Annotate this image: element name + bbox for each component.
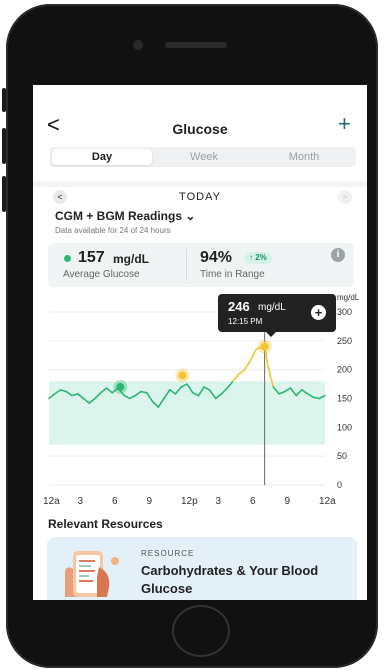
time-in-range-change-badge: ↑ 2%: [244, 252, 272, 264]
y-tick-label: 100: [337, 422, 352, 432]
phone-frame: < Glucose + Day Week Month < TODAY > CGM…: [0, 0, 385, 670]
y-tick-label: 50: [337, 451, 347, 461]
tab-day[interactable]: Day: [52, 149, 152, 165]
x-tick-label: 12a: [43, 496, 60, 507]
in-range-dot-icon: [64, 255, 71, 262]
tab-week[interactable]: Week: [154, 149, 254, 165]
average-glucose-label: Average Glucose: [63, 269, 140, 280]
resource-title: Carbohydrates & Your Blood Glucose: [141, 563, 319, 596]
tab-month[interactable]: Month: [254, 149, 354, 165]
average-glucose-unit: mg/dL: [113, 252, 149, 266]
average-glucose-value: 157: [78, 249, 105, 266]
time-in-range-label: Time in Range: [200, 269, 265, 280]
section-divider: [33, 181, 367, 187]
earpiece-speaker: [165, 42, 227, 48]
front-camera: [133, 40, 143, 50]
glucose-line-segment: [312, 396, 321, 400]
reading-marker: [178, 371, 187, 380]
time-in-range-value: 94%: [200, 249, 233, 266]
glucose-line-segment: [243, 360, 252, 371]
info-icon[interactable]: i: [331, 248, 345, 262]
reading-tooltip: 246 mg/dL 12:15 PM +: [218, 294, 336, 332]
resource-card[interactable]: RESOURCE Carbohydrates & Your Blood Gluc…: [47, 537, 357, 600]
glucose-line-segment: [140, 390, 148, 394]
tooltip-value: 246: [228, 299, 250, 314]
y-axis-unit-label: mg/dL: [337, 293, 360, 302]
x-tick-label: 3: [77, 496, 84, 507]
y-tick-label: 200: [337, 365, 352, 375]
glucose-line-segment: [232, 373, 240, 382]
app-screen: < Glucose + Day Week Month < TODAY > CGM…: [33, 85, 367, 600]
glucose-line-segment: [237, 368, 246, 376]
chart-x-axis: 12a 3 6 9 12p 3 6 9 12a: [33, 496, 367, 508]
page-title: Glucose: [172, 121, 228, 137]
tooltip-pointer: [266, 332, 276, 337]
glucose-stats-card: 157 mg/dL Average Glucose 94% ↑ 2% Time …: [48, 243, 354, 287]
plus-icon[interactable]: +: [338, 113, 351, 135]
nav-header: < Glucose +: [33, 85, 367, 145]
target-range-band: [49, 381, 325, 445]
stats-divider: [186, 249, 187, 281]
add-note-icon[interactable]: +: [311, 305, 326, 320]
relevant-resources-heading: Relevant Resources: [48, 517, 163, 531]
data-availability-text: Data available for 24 of 24 hours: [55, 226, 171, 235]
period-segmented-control: Day Week Month: [50, 147, 356, 167]
phone-in-hand-illustration: [59, 547, 125, 599]
x-tick-label: 9: [146, 496, 153, 507]
readings-dropdown[interactable]: CGM + BGM Readings ⌄: [55, 209, 195, 223]
reading-marker: [116, 382, 125, 391]
tooltip-time: 12:15 PM: [228, 317, 263, 326]
reading-marker: [260, 342, 269, 351]
next-day-button[interactable]: >: [338, 190, 352, 204]
y-tick-label: 150: [337, 394, 352, 404]
x-tick-label: 12a: [319, 496, 336, 507]
tooltip-unit: mg/dL: [258, 302, 286, 313]
x-tick-label: 9: [284, 496, 291, 507]
glucose-line-segment: [249, 348, 257, 362]
x-tick-label: 12p: [181, 496, 198, 507]
date-label: TODAY: [179, 191, 221, 203]
x-tick-label: 3: [215, 496, 222, 507]
y-tick-label: 250: [337, 336, 352, 346]
y-tick-label: 0: [337, 480, 342, 490]
x-tick-label: 6: [112, 496, 118, 507]
x-tick-label: 6: [250, 496, 256, 507]
resource-kicker: RESOURCE: [141, 549, 195, 558]
home-button[interactable]: [172, 605, 230, 657]
y-tick-label: 300: [337, 307, 352, 317]
